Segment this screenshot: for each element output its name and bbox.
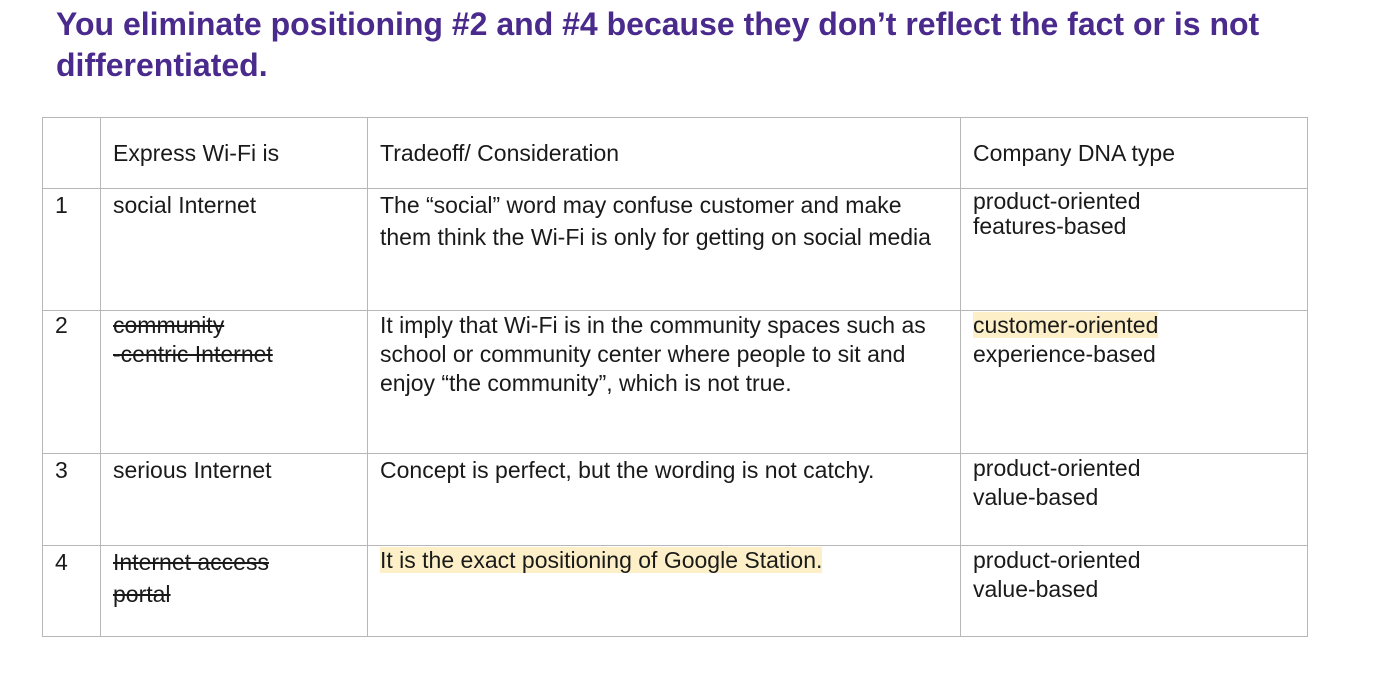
table-row: 4 Internet access portal It is the exact… xyxy=(42,545,1308,637)
row-number: 2 xyxy=(42,310,101,454)
dna-orientation: product-oriented xyxy=(973,188,1141,214)
express-cell: social Internet xyxy=(100,188,368,311)
page-title: You eliminate positioning #2 and #4 beca… xyxy=(56,6,1260,83)
header-number xyxy=(42,117,101,189)
table-row: 1 social Internet The “social” word may … xyxy=(42,188,1308,311)
tradeoff-cell: Concept is perfect, but the wording is n… xyxy=(367,453,961,546)
header-tradeoff: Tradeoff/ Consideration xyxy=(367,117,961,189)
positioning-table: Express Wi-Fi is Tradeoff/ Consideration… xyxy=(42,117,1308,637)
express-cell: community -centric Internet xyxy=(100,310,368,454)
express-value-struck: community xyxy=(113,312,225,338)
dna-orientation: product-oriented xyxy=(973,547,1141,573)
row-number: 1 xyxy=(42,188,101,311)
express-value: serious Internet xyxy=(113,457,272,483)
tradeoff-cell: It is the exact positioning of Google St… xyxy=(367,545,961,637)
dna-basis: experience-based xyxy=(973,341,1156,367)
row-number: 3 xyxy=(42,453,101,546)
express-value-struck: -centric Internet xyxy=(113,341,273,367)
dna-cell: customer-oriented experience-based xyxy=(960,310,1308,454)
table-header-row: Express Wi-Fi is Tradeoff/ Consideration… xyxy=(42,117,1308,189)
table-row: 3 serious Internet Concept is perfect, b… xyxy=(42,453,1308,546)
dna-orientation-highlighted: customer-oriented xyxy=(973,312,1159,338)
express-value: social Internet xyxy=(113,192,257,218)
dna-cell: product-oriented features-based xyxy=(960,188,1308,311)
express-cell: Internet access portal xyxy=(100,545,368,637)
dna-basis: value-based xyxy=(973,484,1099,510)
tradeoff-cell: It imply that Wi-Fi is in the community … xyxy=(367,310,961,454)
dna-cell: product-oriented value-based xyxy=(960,453,1308,546)
tradeoff-cell: The “social” word may confuse customer a… xyxy=(367,188,961,311)
express-value-struck: Internet access xyxy=(113,549,269,575)
dna-cell: product-oriented value-based xyxy=(960,545,1308,637)
express-value-struck: portal xyxy=(113,581,171,607)
express-cell: serious Internet xyxy=(100,453,368,546)
header-dna-type: Company DNA type xyxy=(960,117,1308,189)
row-number: 4 xyxy=(42,545,101,637)
tradeoff-highlighted-text: It is the exact positioning of Google St… xyxy=(380,547,823,573)
dna-orientation: product-oriented xyxy=(973,455,1141,481)
dna-basis: value-based xyxy=(973,576,1099,602)
dna-basis: features-based xyxy=(973,213,1127,239)
header-express-wifi: Express Wi-Fi is xyxy=(100,117,368,189)
table-row: 2 community -centric Internet It imply t… xyxy=(42,310,1308,454)
